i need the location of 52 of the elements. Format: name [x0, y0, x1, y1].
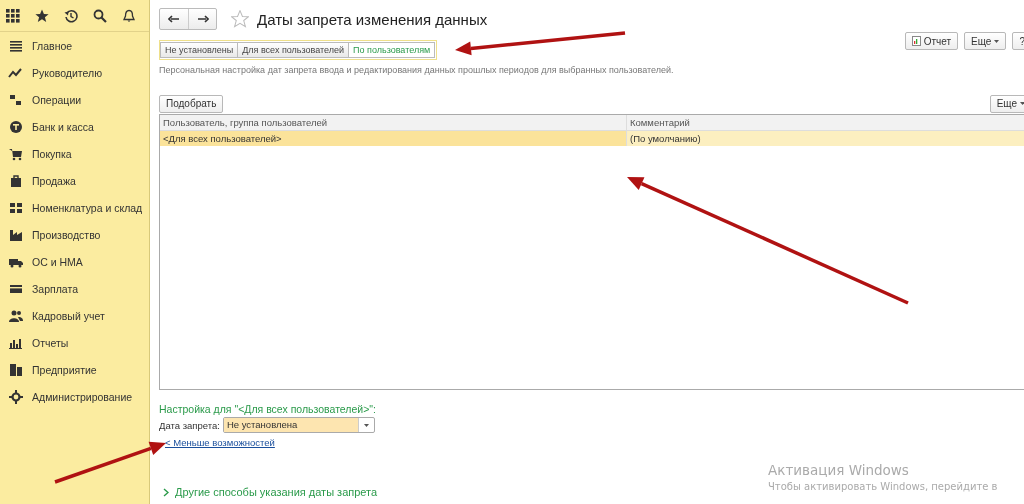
coin-icon: [8, 118, 24, 135]
right-arrow-icon: [196, 15, 209, 23]
caret-icon: [363, 423, 369, 427]
left-arrow-icon: [168, 15, 180, 23]
sidebar-item[interactable]: Номенклатура и склад: [0, 194, 149, 221]
report-icon: [911, 36, 921, 46]
sidebar-item[interactable]: Предприятие: [0, 356, 149, 383]
sidebar-item[interactable]: Руководителю: [0, 59, 149, 86]
report-button[interactable]: Отчет: [904, 32, 959, 50]
settings-heading: Настройка для "<Для всех пользователей>":: [159, 403, 377, 415]
sidebar-item[interactable]: Покупка: [0, 140, 149, 167]
help-button[interactable]: ?: [1012, 32, 1024, 50]
bell-icon[interactable]: [122, 8, 136, 23]
sidebar-item[interactable]: Операции: [0, 86, 149, 113]
star-icon[interactable]: [231, 10, 249, 28]
sidebar-item[interactable]: Кадровый учет: [0, 302, 149, 329]
field-label: Дата запрета:: [159, 419, 220, 431]
more-button[interactable]: Еще: [964, 32, 1007, 50]
sidebar-item[interactable]: Продажа: [0, 167, 149, 194]
section-toggle[interactable]: Другие способы указания даты запрета: [163, 486, 378, 498]
sidebar-item[interactable]: Отчеты: [0, 329, 149, 356]
pick-button[interactable]: Подобрать: [159, 94, 224, 113]
more-button[interactable]: Еще: [989, 94, 1024, 113]
mode-tab[interactable]: По пользователям: [348, 42, 436, 58]
activation-text: Чтобы активировать Windows, перейдите в: [768, 481, 998, 492]
apps-grid-icon[interactable]: [6, 8, 20, 23]
sidebar-item[interactable]: Зарплата: [0, 275, 149, 302]
column-header: Комментарий: [626, 115, 1024, 130]
activation-title: Активация Windows: [768, 462, 910, 478]
sidebar-item[interactable]: Главное: [0, 32, 149, 59]
caret-icon: [994, 39, 1000, 43]
bag-icon: [8, 172, 24, 189]
table-cell: (По умолчанию): [626, 131, 1024, 146]
building-icon: [8, 361, 24, 378]
sidebar-item[interactable]: ОС и НМА: [0, 248, 149, 275]
window-title: Даты запрета изменения данных: [257, 10, 488, 28]
table-row[interactable]: <Для всех пользователей> (По умолчанию): [160, 131, 1024, 146]
sidebar-item[interactable]: Банк и касса: [0, 113, 149, 140]
chevron-icon: [163, 487, 169, 497]
date-dropdown[interactable]: Не установлена: [222, 417, 375, 433]
table-cell: <Для всех пользователей>: [160, 131, 626, 146]
description-text: Персональная настройка дат запрета ввода и редактирования данных прошлых периодов для выбранных пользователей.: [159, 65, 675, 75]
column-header: Пользователь, группа пользователей: [162, 116, 329, 130]
star-icon[interactable]: [35, 8, 49, 23]
fewer-options-link[interactable]: < Меньше возможностей: [165, 437, 1024, 448]
search-icon[interactable]: [93, 8, 107, 23]
history-icon[interactable]: [64, 8, 78, 23]
mode-tab[interactable]: Не установлены: [160, 42, 239, 58]
sidebar-item[interactable]: Производство: [0, 221, 149, 248]
caret-icon: [1020, 102, 1024, 105]
sidebar-item[interactable]: Администрирование: [0, 383, 149, 410]
mode-tab[interactable]: Для всех пользователей: [237, 42, 350, 58]
